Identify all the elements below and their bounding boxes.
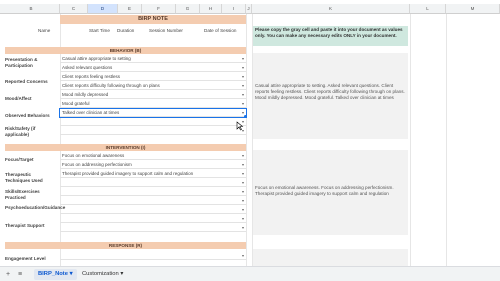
psychoeducation-label: Psychoeducation/Guidance bbox=[5, 205, 66, 210]
tab-label: BIRP_Note bbox=[38, 271, 68, 277]
chevron-down-icon[interactable]: ▾ bbox=[70, 271, 73, 277]
chevron-down-icon[interactable]: ▾ bbox=[120, 271, 123, 277]
cell-value: Therapist provided guided imagery to sup… bbox=[62, 171, 194, 176]
behavior-dropdown[interactable]: ▾ bbox=[60, 127, 246, 135]
column-header-m[interactable]: M bbox=[446, 4, 500, 14]
dropdown-arrow-icon[interactable]: ▾ bbox=[242, 179, 244, 187]
behavior-dropdown[interactable]: Client reports difficulty following thro… bbox=[60, 82, 246, 90]
intervention-summary-cell[interactable]: Focus on emotional awareness. Focus on a… bbox=[253, 150, 408, 235]
engagement-level-label: Engagement Level bbox=[5, 256, 46, 261]
intervention-dropdown[interactable]: ▾ bbox=[60, 188, 246, 196]
column-header-l[interactable]: L bbox=[410, 4, 446, 14]
duration-header: Duration bbox=[117, 28, 135, 33]
dropdown-arrow-icon[interactable]: ▾ bbox=[242, 161, 244, 169]
dropdown-arrow-icon[interactable]: ▾ bbox=[242, 206, 244, 214]
intervention-dropdown[interactable]: Therapist provided guided imagery to sup… bbox=[60, 170, 246, 178]
dropdown-arrow-icon[interactable]: ▾ bbox=[242, 100, 244, 108]
column-header-g[interactable]: G bbox=[176, 4, 200, 14]
mood-label: Mood/Affect bbox=[5, 96, 32, 101]
mouse-cursor-icon bbox=[236, 121, 244, 131]
behavior-dropdown-active[interactable]: Talked over clinician at times ▾ bbox=[59, 108, 247, 118]
presentation-label: Presentation & Participation bbox=[5, 57, 38, 68]
cell-value: Client reports difficulty following thro… bbox=[62, 83, 160, 88]
tab-label: Customization bbox=[82, 271, 119, 277]
cell-value: Mood mildly depressed bbox=[62, 92, 109, 97]
cell-value: Asked relevant questions bbox=[62, 65, 113, 70]
dropdown-arrow-icon[interactable]: ▾ bbox=[242, 224, 244, 232]
behavior-dropdown[interactable]: ▾ bbox=[60, 118, 246, 126]
behavior-dropdown[interactable]: Mood grateful ▾ bbox=[60, 100, 246, 108]
cell-value: Casual attire appropriate to setting bbox=[62, 56, 131, 61]
intervention-dropdown[interactable]: ▾ bbox=[60, 179, 246, 187]
column-header-i[interactable]: I bbox=[222, 4, 246, 14]
concerns-label: Reported Concerns bbox=[5, 79, 48, 84]
column-header-f[interactable]: F bbox=[142, 4, 176, 14]
behavior-dropdown[interactable]: Casual attire appropriate to setting ▾ bbox=[60, 55, 246, 63]
name-header: Name bbox=[38, 28, 51, 33]
dropdown-arrow-icon[interactable]: ▾ bbox=[242, 152, 244, 160]
add-sheet-icon[interactable]: + bbox=[6, 269, 10, 280]
dropdown-arrow-icon[interactable]: ▾ bbox=[242, 73, 244, 81]
behavior-section-header: BEHAVIOR (B) bbox=[5, 47, 246, 54]
observed-behaviors-label: Observed Behaviors bbox=[5, 113, 50, 118]
dropdown-arrow-icon[interactable]: ▾ bbox=[242, 170, 244, 178]
gridline bbox=[410, 14, 411, 266]
column-header-b[interactable]: B bbox=[3, 4, 60, 14]
column-header-k[interactable]: K bbox=[252, 4, 410, 14]
tab-birp-note[interactable]: BIRP_Note ▾ bbox=[34, 269, 77, 280]
dropdown-arrow-icon[interactable]: ▾ bbox=[242, 197, 244, 205]
date-of-session-header: Date of Session bbox=[204, 28, 237, 33]
cell-value: Focus on addressing perfectionism bbox=[62, 162, 132, 167]
intervention-section-header: INTERVENTION (I) bbox=[5, 144, 246, 151]
page-title: BIRP NOTE bbox=[60, 15, 246, 24]
gridline bbox=[246, 14, 247, 266]
behavior-summary-cell[interactable]: Casual attire appropriate to setting. As… bbox=[253, 53, 408, 139]
dropdown-arrow-icon[interactable]: ▾ bbox=[242, 55, 244, 63]
intervention-dropdown[interactable]: Focus on emotional awareness ▾ bbox=[60, 152, 246, 160]
intervention-dropdown[interactable]: ▾ bbox=[60, 206, 246, 214]
instructions-note: Please copy the gray cell and paste it i… bbox=[253, 26, 408, 46]
tab-customization[interactable]: Customization ▾ bbox=[78, 269, 127, 280]
cell-value: Mood grateful bbox=[62, 101, 90, 106]
dropdown-arrow-icon[interactable]: ▾ bbox=[242, 252, 244, 260]
intervention-dropdown[interactable]: ▾ bbox=[60, 224, 246, 232]
spreadsheet-grid: B C D E F G H I J K L M BIRP NOTE Name S… bbox=[0, 0, 500, 266]
response-section-header: RESPONSE (R) bbox=[5, 242, 246, 249]
column-header-d[interactable]: D bbox=[88, 4, 118, 14]
cell-value: Talked over clinician at times bbox=[62, 110, 120, 115]
response-summary-cell[interactable] bbox=[253, 249, 408, 266]
column-header-h[interactable]: H bbox=[200, 4, 222, 14]
intervention-dropdown[interactable]: ▾ bbox=[60, 197, 246, 205]
dropdown-arrow-icon[interactable]: ▾ bbox=[242, 64, 244, 72]
therapist-support-label: Therapist Support bbox=[5, 223, 45, 228]
column-header-e[interactable]: E bbox=[118, 4, 142, 14]
behavior-dropdown[interactable]: Asked relevant questions ▾ bbox=[60, 64, 246, 72]
intervention-summary-text: Focus on emotional awareness. Focus on a… bbox=[255, 185, 394, 197]
behavior-dropdown[interactable]: Client reports feeling restless ▾ bbox=[60, 73, 246, 81]
gridline bbox=[446, 14, 447, 266]
dropdown-arrow-icon[interactable]: ▾ bbox=[242, 188, 244, 196]
dropdown-arrow-icon[interactable]: ▾ bbox=[242, 82, 244, 90]
column-header-c[interactable]: C bbox=[60, 4, 88, 14]
focus-target-label: Focus/Target bbox=[5, 157, 34, 162]
dropdown-arrow-icon[interactable]: ▾ bbox=[242, 215, 244, 223]
start-time-header: Start Time bbox=[89, 28, 110, 33]
cell-value: Client reports feeling restless bbox=[62, 74, 121, 79]
behavior-dropdown[interactable]: Mood mildly depressed ▾ bbox=[60, 91, 246, 99]
risk-safety-label: Risk/Safety (if applicable) bbox=[5, 126, 36, 137]
behavior-summary-text: Casual attire appropriate to setting. As… bbox=[255, 83, 405, 101]
skills-label: Skills/Exercises Practiced bbox=[5, 189, 40, 200]
session-number-header: Session Number bbox=[149, 28, 183, 33]
response-dropdown[interactable]: ▾ bbox=[60, 252, 246, 260]
all-sheets-icon[interactable]: ≡ bbox=[18, 269, 22, 280]
intervention-dropdown[interactable]: ▾ bbox=[60, 215, 246, 223]
intervention-dropdown[interactable]: Focus on addressing perfectionism ▾ bbox=[60, 161, 246, 169]
techniques-label: Therapeutic Techniques Used bbox=[5, 172, 43, 183]
dropdown-arrow-icon[interactable]: ▾ bbox=[242, 91, 244, 99]
cell-value: Focus on emotional awareness bbox=[62, 153, 125, 158]
sheet-tab-bar: + ≡ BIRP_Note ▾ Customization ▾ bbox=[0, 266, 500, 281]
